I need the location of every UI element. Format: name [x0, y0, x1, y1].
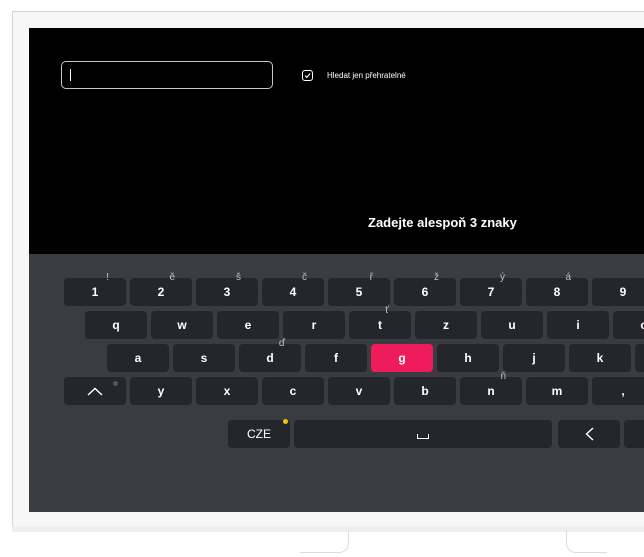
playable-only-checkbox[interactable]	[302, 70, 313, 81]
search-hint: Zadejte alespoň 3 znaky	[368, 215, 517, 230]
key-t[interactable]: tť	[349, 305, 411, 339]
key-h[interactable]: h	[437, 344, 499, 372]
language-indicator-dot	[283, 419, 288, 424]
key-l[interactable]	[635, 344, 644, 372]
key-8[interactable]: 8á	[526, 272, 588, 306]
key-u[interactable]: u	[481, 311, 543, 339]
key-5[interactable]: 5ř	[328, 272, 390, 306]
playable-only-label: Hledat jen přehratelné	[327, 71, 406, 80]
shift-indicator-dot	[113, 381, 118, 386]
key-comma[interactable]: ,?	[592, 377, 644, 405]
key-f[interactable]: f	[305, 344, 367, 372]
key-2[interactable]: 2ě	[130, 272, 192, 306]
key-a[interactable]: a	[107, 344, 169, 372]
tv-stand-left	[300, 530, 349, 553]
key-q[interactable]: q	[85, 311, 147, 339]
key-z[interactable]: z	[415, 311, 477, 339]
tv-screen: Hledat jen přehratelné Zadejte alespoň 3…	[29, 28, 644, 512]
chevron-up-icon	[87, 387, 103, 396]
key-b[interactable]: b	[394, 377, 456, 405]
key-3[interactable]: 3š	[196, 272, 258, 306]
shift-key[interactable]	[64, 377, 126, 405]
key-r[interactable]: r	[283, 311, 345, 339]
language-key[interactable]: CZE	[228, 419, 290, 448]
chevron-left-icon	[585, 427, 594, 441]
key-s[interactable]: s	[173, 344, 235, 372]
key-4[interactable]: 4č	[262, 272, 324, 306]
key-i[interactable]: i	[547, 311, 609, 339]
backspace-key[interactable]	[558, 420, 620, 448]
key-j[interactable]: j	[503, 344, 565, 372]
text-caret	[70, 69, 71, 81]
key-d[interactable]: dď	[239, 338, 301, 372]
key-n[interactable]: nň	[460, 371, 522, 405]
key-1[interactable]: 1!	[64, 272, 126, 306]
space-bar-icon	[417, 434, 429, 439]
key-o[interactable]: o	[613, 311, 644, 339]
key-7[interactable]: 7ý	[460, 272, 522, 306]
key-m[interactable]: m	[526, 377, 588, 405]
tv-stand-right	[566, 530, 607, 553]
key-x[interactable]: x	[196, 377, 258, 405]
key-6[interactable]: 6ž	[394, 272, 456, 306]
next-key[interactable]	[624, 420, 644, 448]
key-c[interactable]: c	[262, 377, 324, 405]
key-w[interactable]: w	[151, 311, 213, 339]
search-input[interactable]	[61, 61, 273, 89]
key-k[interactable]: k	[569, 344, 631, 372]
key-e[interactable]: e	[217, 311, 279, 339]
key-v[interactable]: v	[328, 377, 390, 405]
space-key[interactable]	[294, 420, 552, 448]
checkmark-icon	[304, 73, 311, 79]
key-g[interactable]: g	[371, 344, 433, 372]
key-y[interactable]: y	[130, 377, 192, 405]
key-9[interactable]: 9	[592, 278, 644, 306]
on-screen-keyboard: 1! 2ě 3š 4č 5ř 6ž 7ý 8á 9 q w e r tť z u…	[29, 254, 644, 512]
